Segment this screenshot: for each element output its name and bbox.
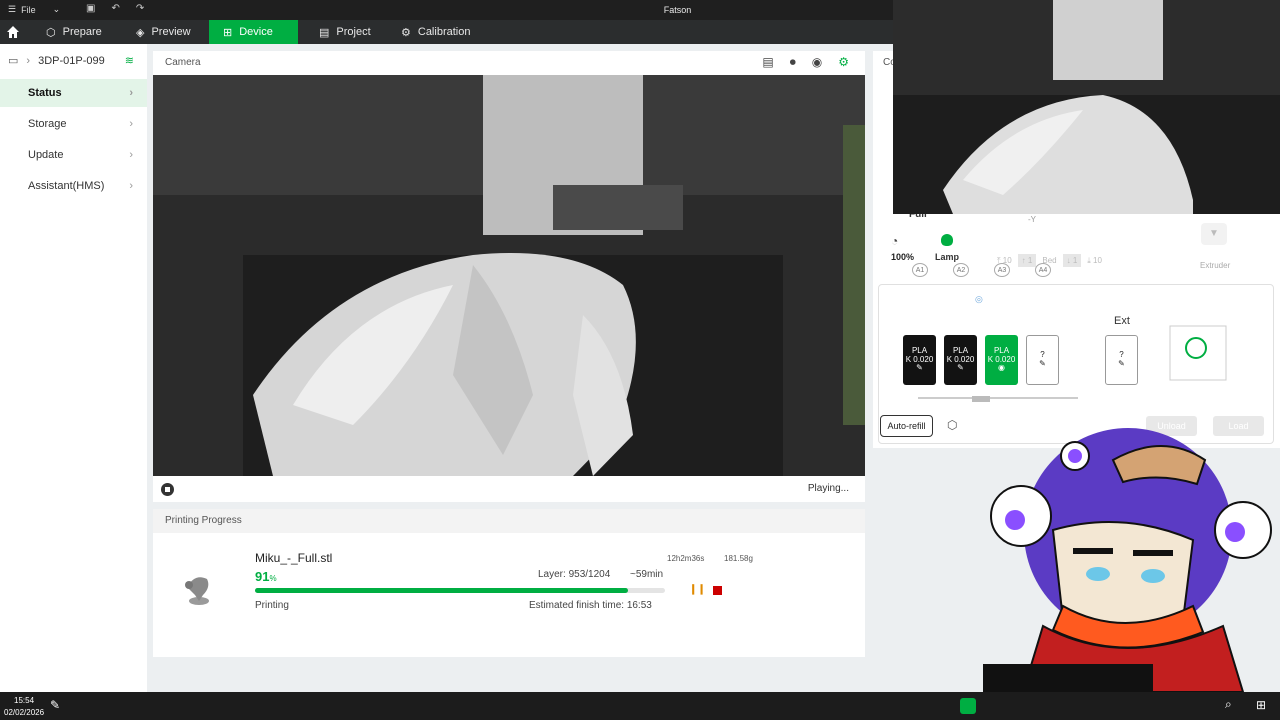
ext-label: Ext: [1114, 315, 1130, 327]
stream-status: Playing...: [807, 483, 849, 494]
clock-time: 15:54: [14, 696, 35, 705]
auto-refill-button[interactable]: Auto-refill: [880, 415, 933, 437]
ams-settings-icon[interactable]: ⬡: [947, 418, 957, 432]
camera-panel: Camera ▤ ⏺ ◉ ⚙ Playing...: [153, 51, 865, 502]
camera-image: [153, 75, 865, 476]
device-icon: ⊞: [223, 26, 233, 39]
slot-tag-a3: A3: [994, 263, 1010, 277]
tab-project[interactable]: ▤ Project: [305, 20, 385, 44]
bed-up-1-button[interactable]: ↑ 1: [1017, 254, 1037, 267]
pen-icon[interactable]: ✎: [50, 698, 60, 712]
progress-percent: 91%: [255, 569, 277, 584]
speed-value: 100%: [891, 252, 915, 262]
search-icon[interactable]: ⌕: [1225, 697, 1232, 712]
time-remaining: ~59min: [630, 569, 664, 580]
stop-icon: [165, 487, 170, 492]
estimated-finish-time: Estimated finish time: 16:53: [529, 600, 652, 611]
pause-button[interactable]: ❙❙: [689, 584, 706, 595]
lamp-icon[interactable]: [941, 234, 953, 246]
tab-preview[interactable]: ◈ Preview: [122, 20, 205, 44]
ext-slot[interactable]: ? ✎: [1105, 335, 1138, 385]
slot-tag-a1: A1: [912, 263, 928, 277]
eye-icon[interactable]: ◉: [998, 364, 1005, 373]
slot-tag-a2: A2: [953, 263, 969, 277]
stop-print-button[interactable]: [713, 586, 722, 595]
chevron-right-icon: ›: [129, 118, 133, 130]
home-icon: [7, 26, 19, 38]
edit-icon[interactable]: ✎: [957, 364, 964, 373]
printer-icon: ▭: [8, 55, 19, 67]
streamer-avatar: [983, 428, 1272, 692]
sd-card-icon[interactable]: ▤: [762, 55, 773, 70]
filament-path: [918, 397, 1078, 399]
os-taskbar: 15:54 02/02/2026 ✎ ⌕ ⊞: [0, 692, 1280, 720]
calibration-icon: ⚙: [401, 26, 411, 39]
app-taskbar-icon[interactable]: [960, 698, 976, 714]
progress-header: Printing Progress: [153, 509, 865, 533]
filament-hub: [972, 396, 990, 402]
video-record-icon[interactable]: ⏺: [790, 55, 796, 70]
device-name: 3DP-01P-099: [38, 54, 105, 67]
layer-count: Layer: 953/1204: [538, 569, 611, 580]
ams-slot-a4[interactable]: ? ✎: [1026, 335, 1059, 385]
project-icon: ▤: [319, 26, 330, 39]
chevron-right-icon: ›: [129, 180, 133, 192]
print-status: Printing: [255, 600, 289, 611]
chevron-right-icon: ›: [26, 54, 31, 67]
file-name: Miku_-_Full.stl: [255, 551, 333, 565]
cube-icon: ⬡: [46, 26, 56, 39]
tab-device[interactable]: ⊞ Device: [209, 20, 298, 44]
camera-overlay: [893, 0, 1280, 214]
progress-bar-fill: [255, 588, 629, 593]
edit-icon[interactable]: ✎: [1118, 359, 1125, 369]
sidebar-item-status[interactable]: Status ›: [0, 79, 147, 107]
extruder-label: Extruder: [1200, 261, 1231, 270]
wifi-icon: ≋: [124, 55, 134, 67]
device-selector[interactable]: ▭ › 3DP-01P-099 ≋: [8, 54, 134, 68]
lamp-label: Lamp: [935, 252, 960, 262]
edit-icon[interactable]: ✎: [1039, 359, 1046, 369]
home-button[interactable]: [0, 20, 26, 44]
sidebar: ▭ › 3DP-01P-099 ≋ Status › Storage › Updat…: [0, 44, 147, 692]
total-print-time: 12h2m36s: [667, 554, 705, 563]
tab-prepare[interactable]: ⬡ Prepare: [32, 20, 116, 44]
speed-icon[interactable]: ◔: [891, 234, 898, 248]
axis-y-label: -Y: [1028, 215, 1036, 224]
tab-calibration[interactable]: ⚙ Calibration: [387, 20, 484, 44]
bed-down-10-button[interactable]: ⤓ 10: [1087, 256, 1102, 266]
edit-icon[interactable]: ✎: [916, 364, 923, 373]
printer-diagram-icon: [1169, 325, 1227, 381]
printing-progress-panel: Printing Progress Miku_-_Full.stl 12h2m3…: [153, 509, 865, 657]
filament-weight: 181.58g: [724, 554, 753, 563]
sidebar-item-assistant[interactable]: Assistant(HMS) ›: [0, 172, 147, 200]
layers-icon: ◈: [136, 26, 145, 39]
sidebar-item-update[interactable]: Update ›: [0, 141, 147, 169]
extruder-down-button[interactable]: ▼: [1201, 223, 1227, 245]
chevron-right-icon: ›: [129, 149, 133, 161]
webcam-icon[interactable]: ◉: [812, 55, 822, 70]
camera-header: Camera: [165, 57, 201, 68]
humidity-icon[interactable]: ◎: [975, 294, 983, 305]
camera-feed: [153, 75, 865, 476]
bed-down-1-button[interactable]: ↓ 1: [1062, 254, 1082, 267]
ams-slot-a1[interactable]: PLA K 0.020 ✎: [903, 335, 936, 385]
slot-tag-a4: A4: [1035, 263, 1051, 277]
top-navigation: ⬡ Prepare ◈ Preview ⊞ Device ▤ Project ⚙ Cali…: [0, 20, 893, 44]
progress-bar: [255, 588, 665, 593]
clock-date: 02/02/2026: [4, 708, 45, 717]
sidebar-item-storage[interactable]: Storage ›: [0, 110, 147, 138]
ams-slot-a2[interactable]: PLA K 0.020 ✎: [944, 335, 977, 385]
model-thumbnail: [185, 577, 209, 605]
windows-start-icon[interactable]: ⊞: [1256, 698, 1266, 712]
ams-slot-a3[interactable]: PLA K 0.020 ◉: [985, 335, 1018, 385]
camera-settings-icon[interactable]: ⚙: [838, 55, 849, 70]
chevron-right-icon: ›: [129, 87, 133, 99]
